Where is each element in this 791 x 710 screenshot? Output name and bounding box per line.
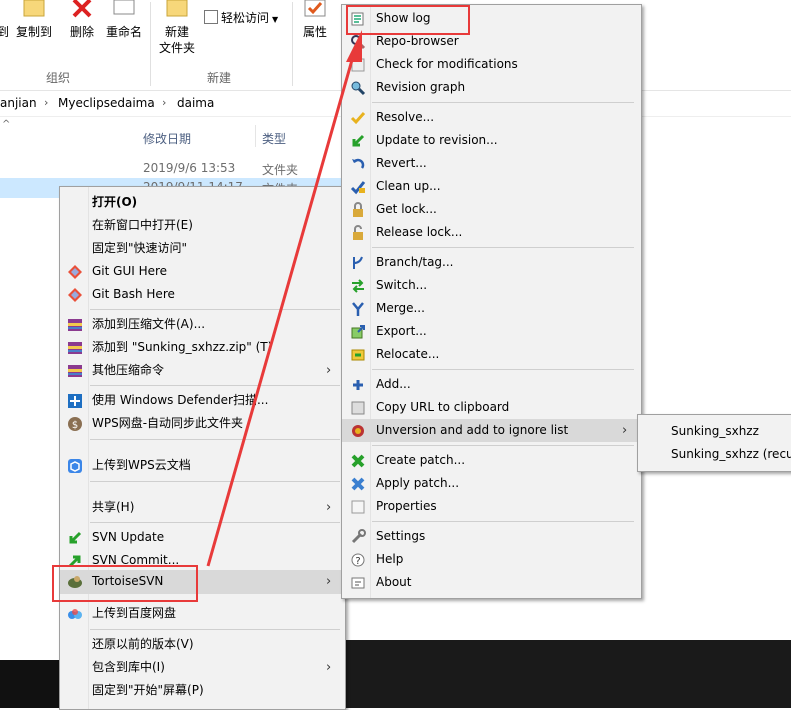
annotation-arrow — [206, 30, 362, 567]
